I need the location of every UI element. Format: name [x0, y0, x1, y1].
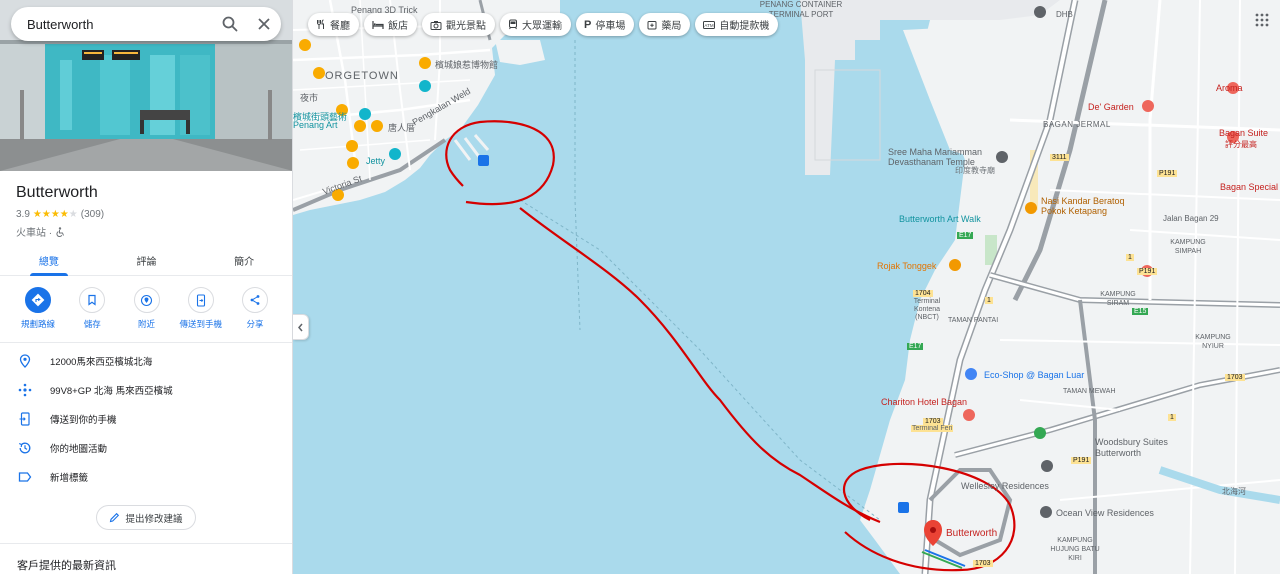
chip-parking[interactable]: P 停車場: [576, 13, 635, 36]
tab-reviews[interactable]: 評論: [98, 246, 196, 275]
place-title: Butterworth: [16, 184, 98, 201]
maps-window: Butterworth Butterworth 3.9 ★★★★★ (309) …: [0, 0, 1280, 574]
map-canvas[interactable]: ORGETOWN Penang 3D Trick 檳城娘惹博物館 夜市 檳城街頭…: [293, 0, 1280, 574]
save-label: 儲存: [83, 319, 101, 329]
search-button[interactable]: [213, 7, 247, 41]
chip-atm[interactable]: ATM 自動提款機: [695, 13, 779, 36]
review-count[interactable]: (309): [81, 209, 104, 220]
chip-restaurants[interactable]: 餐廳: [308, 13, 359, 36]
nearby-button[interactable]: 附近: [121, 287, 173, 337]
tab-overview[interactable]: 總覽: [0, 246, 98, 276]
place-category: 火車站 ·: [16, 228, 53, 239]
directions-icon: [31, 293, 45, 307]
plus-code-text: 99V8+GP 北海 馬來西亞檳城: [50, 386, 173, 397]
address-text: 12000馬來西亞檳城北海: [50, 357, 153, 368]
chip-hotels-label: 飯店: [388, 21, 408, 32]
share-button[interactable]: 分享: [229, 287, 281, 337]
phone-send-icon: [19, 412, 30, 426]
transit-icon: [509, 19, 517, 30]
search-input[interactable]: Butterworth: [27, 17, 213, 32]
place-panel: Butterworth Butterworth 3.9 ★★★★★ (309) …: [0, 0, 293, 574]
chip-hotels[interactable]: 飯店: [364, 13, 417, 36]
pharmacy-icon: [647, 20, 657, 29]
tab-about[interactable]: 簡介: [195, 246, 292, 275]
action-bar: 規劃路線 儲存 附近 傳送到手機 分享: [0, 287, 292, 337]
rating-stars: ★★★★★: [32, 209, 78, 220]
send-to-phone-icon: [196, 293, 205, 307]
collapse-panel-button[interactable]: [293, 314, 309, 340]
apps-grid-icon[interactable]: [1255, 13, 1269, 27]
chip-attractions[interactable]: 觀光景點: [422, 13, 495, 36]
search-icon: [222, 16, 238, 32]
share-icon: [250, 295, 260, 305]
divider: [0, 543, 292, 544]
chip-atm-label: 自動提款機: [719, 21, 770, 32]
plus-code-icon: [18, 383, 32, 397]
bookmark-icon: [88, 294, 96, 306]
hotel-icon: [372, 20, 384, 29]
divider: [0, 342, 292, 343]
chip-restaurants-label: 餐廳: [330, 21, 350, 32]
category-chips: 餐廳 飯店 觀光景點 大眾運輸 P 停車場 藥局 ATM 自動提款機: [308, 13, 779, 36]
rating-row[interactable]: 3.9 ★★★★★ (309): [16, 209, 104, 220]
send-to-phone-button[interactable]: 傳送到手機: [175, 287, 227, 337]
plus-code-row[interactable]: 99V8+GP 北海 馬來西亞檳城: [0, 377, 292, 403]
chevron-left-icon: [298, 323, 303, 331]
add-label-row[interactable]: 新增標籤: [0, 464, 292, 490]
chip-parking-label: 停車場: [595, 21, 626, 32]
atm-icon: ATM: [703, 20, 716, 29]
directions-button[interactable]: 規劃路線: [12, 287, 64, 337]
ferry-terminal-icon[interactable]: [898, 502, 909, 513]
chip-attractions-label: 觀光景點: [446, 21, 486, 32]
history-icon: [18, 442, 31, 454]
chip-transit[interactable]: 大眾運輸: [500, 13, 571, 36]
location-pin-icon: [19, 354, 31, 368]
share-label: 分享: [246, 319, 264, 329]
svg-text:ATM: ATM: [705, 22, 714, 27]
rating-value: 3.9: [16, 209, 30, 220]
wheelchair-icon: [56, 226, 65, 237]
ferry-terminal-icon[interactable]: [478, 155, 489, 166]
parking-icon: P: [584, 18, 592, 31]
clear-search-button[interactable]: [247, 7, 281, 41]
suggest-edit-label: 提出修改建議: [125, 513, 183, 525]
nearby-icon: [140, 294, 153, 306]
suggest-edit-button[interactable]: 提出修改建議: [96, 505, 196, 530]
category-row: 火車站 ·: [16, 224, 65, 239]
map-base: [293, 0, 1280, 574]
search-box[interactable]: Butterworth: [11, 7, 281, 41]
pencil-icon: [110, 512, 120, 523]
chip-transit-label: 大眾運輸: [522, 21, 562, 32]
place-tabs: 總覽 評論 簡介: [0, 246, 292, 276]
send-to-phone-row[interactable]: 傳送到你的手機: [0, 406, 292, 432]
add-label-text: 新增標籤: [50, 473, 89, 484]
chip-pharmacy[interactable]: 藥局: [639, 13, 691, 36]
camera-icon: [430, 20, 442, 30]
restaurant-icon: [317, 19, 324, 29]
directions-label: 規劃路線: [20, 319, 55, 329]
latest-info-heading: 客戶提供的最新資訊: [17, 560, 116, 572]
label-icon: [18, 472, 32, 482]
chip-pharmacy-label: 藥局: [661, 21, 682, 32]
address-row[interactable]: 12000馬來西亞檳城北海: [0, 348, 292, 374]
map-activity-text: 你的地圖活動: [50, 444, 108, 455]
nearby-label: 附近: [137, 319, 155, 329]
close-icon: [258, 18, 270, 30]
save-button[interactable]: 儲存: [66, 287, 118, 337]
map-activity-row[interactable]: 你的地圖活動: [0, 435, 292, 461]
send-to-phone-label: 傳送到手機: [179, 319, 222, 329]
send-to-phone-text: 傳送到你的手機: [50, 415, 117, 426]
